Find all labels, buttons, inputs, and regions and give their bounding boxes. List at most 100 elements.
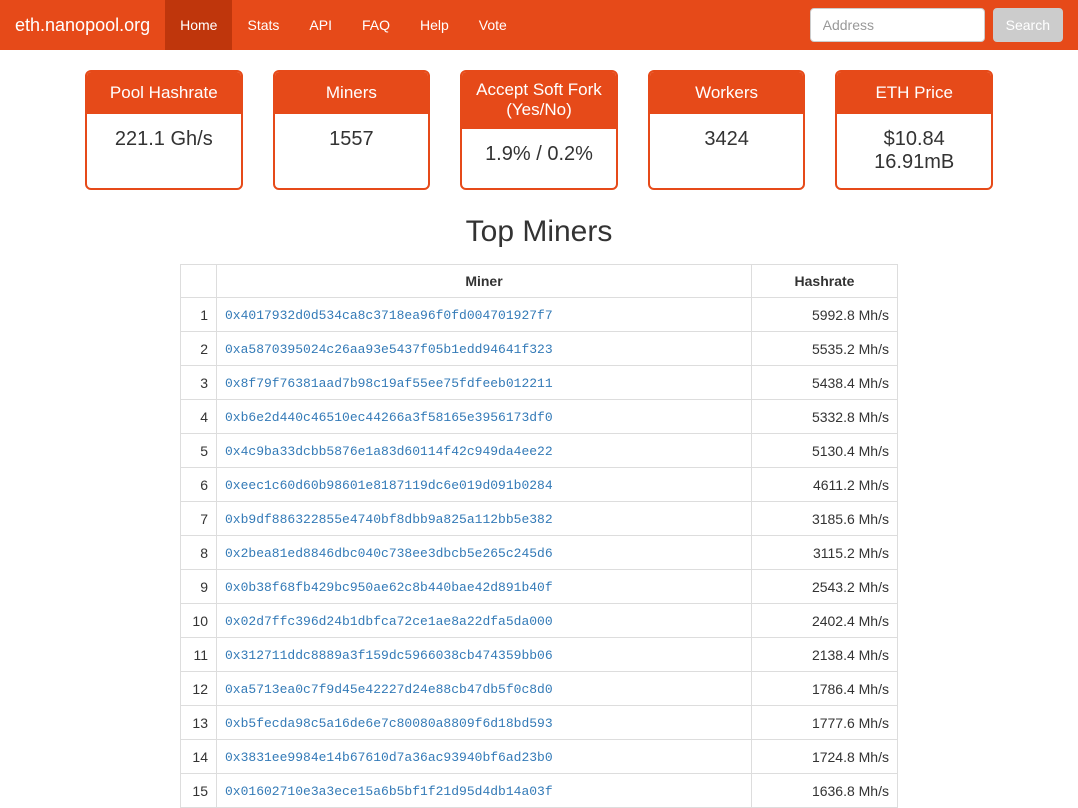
nav-search-area: Search	[805, 0, 1068, 50]
search-button[interactable]: Search	[993, 8, 1063, 42]
stat-label: Workers	[650, 72, 804, 114]
miner-link[interactable]: 0xb6e2d440c46510ec44266a3f58165e3956173d…	[225, 410, 553, 425]
nav-items: HomeStatsAPIFAQHelpVote	[165, 0, 805, 50]
hashrate-cell: 3185.6 Mh/s	[751, 502, 897, 536]
top-miners-table-wrap: Miner Hashrate 1 0x4017932d0d534ca8c3718e…	[0, 264, 1078, 808]
col-hashrate: Hashrate	[751, 265, 897, 298]
hashrate-cell: 5535.2 Mh/s	[751, 332, 897, 366]
table-row: 14 0x3831ee9984e14b67610d7a36ac93940bf6ad…	[181, 740, 898, 774]
rank-cell: 10	[181, 604, 217, 638]
stat-value: 1.9% / 0.2%	[462, 129, 616, 180]
stat-label: Miners	[275, 72, 429, 114]
hashrate-cell: 2402.4 Mh/s	[751, 604, 897, 638]
table-row: 10 0x02d7ffc396d24b1dbfca72ce1ae8a22dfa5d…	[181, 604, 898, 638]
hashrate-cell: 4611.2 Mh/s	[751, 468, 897, 502]
navbar: eth.nanopool.org HomeStatsAPIFAQHelpVote…	[0, 0, 1078, 50]
stat-card-0: Pool Hashrate221.1 Gh/s	[85, 70, 243, 190]
miner-link[interactable]: 0x4017932d0d534ca8c3718ea96f0fd004701927…	[225, 308, 553, 323]
col-rank	[181, 265, 217, 298]
table-row: 8 0x2bea81ed8846dbc040c738ee3dbcb5e265c24…	[181, 536, 898, 570]
rank-cell: 14	[181, 740, 217, 774]
hashrate-cell: 5992.8 Mh/s	[751, 298, 897, 332]
miner-link[interactable]: 0x312711ddc8889a3f159dc5966038cb474359bb…	[225, 648, 553, 663]
table-row: 11 0x312711ddc8889a3f159dc5966038cb474359…	[181, 638, 898, 672]
stats-row: Pool Hashrate221.1 Gh/s Miners1557 Accept …	[0, 50, 1078, 210]
rank-cell: 4	[181, 400, 217, 434]
miner-link[interactable]: 0x01602710e3a3ece15a6b5bf1f21d95d4db14a0…	[225, 784, 553, 799]
miner-cell: 0xb5fecda98c5a16de6e7c80080a8809f6d18bd5…	[217, 706, 752, 740]
miner-link[interactable]: 0xb5fecda98c5a16de6e7c80080a8809f6d18bd5…	[225, 716, 553, 731]
stat-card-4: ETH Price$10.84 16.91mB	[835, 70, 993, 190]
hashrate-cell: 3115.2 Mh/s	[751, 536, 897, 570]
miner-cell: 0x2bea81ed8846dbc040c738ee3dbcb5e265c245…	[217, 536, 752, 570]
miner-link[interactable]: 0x0b38f68fb429bc950ae62c8b440bae42d891b4…	[225, 580, 553, 595]
miner-link[interactable]: 0x3831ee9984e14b67610d7a36ac93940bf6ad23…	[225, 750, 553, 765]
table-row: 15 0x01602710e3a3ece15a6b5bf1f21d95d4db14…	[181, 774, 898, 808]
miner-cell: 0xeec1c60d60b98601e8187119dc6e019d091b02…	[217, 468, 752, 502]
table-row: 4 0xb6e2d440c46510ec44266a3f58165e3956173…	[181, 400, 898, 434]
col-miner: Miner	[217, 265, 752, 298]
hashrate-cell: 1786.4 Mh/s	[751, 672, 897, 706]
stat-label: Pool Hashrate	[87, 72, 241, 114]
rank-cell: 9	[181, 570, 217, 604]
section-title: Top Miners	[0, 215, 1078, 249]
brand[interactable]: eth.nanopool.org	[0, 0, 165, 50]
miner-cell: 0x02d7ffc396d24b1dbfca72ce1ae8a22dfa5da0…	[217, 604, 752, 638]
hashrate-cell: 5438.4 Mh/s	[751, 366, 897, 400]
miner-cell: 0x3831ee9984e14b67610d7a36ac93940bf6ad23…	[217, 740, 752, 774]
miner-cell: 0xa5713ea0c7f9d45e42227d24e88cb47db5f0c8…	[217, 672, 752, 706]
table-row: 9 0x0b38f68fb429bc950ae62c8b440bae42d891b…	[181, 570, 898, 604]
rank-cell: 11	[181, 638, 217, 672]
miner-cell: 0x4017932d0d534ca8c3718ea96f0fd004701927…	[217, 298, 752, 332]
rank-cell: 5	[181, 434, 217, 468]
nav-item-help[interactable]: Help	[405, 0, 464, 50]
rank-cell: 13	[181, 706, 217, 740]
table-row: 1 0x4017932d0d534ca8c3718ea96f0fd00470192…	[181, 298, 898, 332]
stat-value: 1557	[275, 114, 429, 165]
rank-cell: 1	[181, 298, 217, 332]
miner-link[interactable]: 0x2bea81ed8846dbc040c738ee3dbcb5e265c245…	[225, 546, 553, 561]
table-row: 2 0xa5870395024c26aa93e5437f05b1edd94641f…	[181, 332, 898, 366]
table-row: 6 0xeec1c60d60b98601e8187119dc6e019d091b0…	[181, 468, 898, 502]
miner-cell: 0xb9df886322855e4740bf8dbb9a825a112bb5e3…	[217, 502, 752, 536]
rank-cell: 6	[181, 468, 217, 502]
nav-item-vote[interactable]: Vote	[464, 0, 522, 50]
stat-card-3: Workers3424	[648, 70, 806, 190]
hashrate-cell: 2138.4 Mh/s	[751, 638, 897, 672]
nav-item-api[interactable]: API	[294, 0, 347, 50]
miner-link[interactable]: 0x8f79f76381aad7b98c19af55ee75fdfeeb0122…	[225, 376, 553, 391]
table-row: 5 0x4c9ba33dcbb5876e1a83d60114f42c949da4e…	[181, 434, 898, 468]
miner-cell: 0x8f79f76381aad7b98c19af55ee75fdfeeb0122…	[217, 366, 752, 400]
stat-value: 3424	[650, 114, 804, 165]
nav-item-faq[interactable]: FAQ	[347, 0, 405, 50]
hashrate-cell: 1636.8 Mh/s	[751, 774, 897, 808]
miner-link[interactable]: 0xb9df886322855e4740bf8dbb9a825a112bb5e3…	[225, 512, 553, 527]
miner-link[interactable]: 0xa5713ea0c7f9d45e42227d24e88cb47db5f0c8…	[225, 682, 553, 697]
miner-link[interactable]: 0xeec1c60d60b98601e8187119dc6e019d091b02…	[225, 478, 553, 493]
hashrate-cell: 5332.8 Mh/s	[751, 400, 897, 434]
miner-link[interactable]: 0xa5870395024c26aa93e5437f05b1edd94641f3…	[225, 342, 553, 357]
rank-cell: 15	[181, 774, 217, 808]
top-miners-tbody: 1 0x4017932d0d534ca8c3718ea96f0fd00470192…	[181, 298, 898, 808]
table-row: 13 0xb5fecda98c5a16de6e7c80080a8809f6d18b…	[181, 706, 898, 740]
search-input[interactable]	[810, 8, 985, 42]
rank-cell: 2	[181, 332, 217, 366]
stat-value: $10.84 16.91mB	[837, 114, 991, 188]
stat-label: ETH Price	[837, 72, 991, 114]
miner-link[interactable]: 0x02d7ffc396d24b1dbfca72ce1ae8a22dfa5da0…	[225, 614, 553, 629]
miner-cell: 0x01602710e3a3ece15a6b5bf1f21d95d4db14a0…	[217, 774, 752, 808]
stat-value: 221.1 Gh/s	[87, 114, 241, 165]
rank-cell: 8	[181, 536, 217, 570]
rank-cell: 7	[181, 502, 217, 536]
rank-cell: 3	[181, 366, 217, 400]
miner-link[interactable]: 0x4c9ba33dcbb5876e1a83d60114f42c949da4ee…	[225, 444, 553, 459]
miner-cell: 0x4c9ba33dcbb5876e1a83d60114f42c949da4ee…	[217, 434, 752, 468]
nav-item-home[interactable]: Home	[165, 0, 232, 50]
stat-label: Accept Soft Fork (Yes/No)	[462, 72, 616, 129]
table-row: 12 0xa5713ea0c7f9d45e42227d24e88cb47db5f0…	[181, 672, 898, 706]
rank-cell: 12	[181, 672, 217, 706]
miner-cell: 0xb6e2d440c46510ec44266a3f58165e3956173d…	[217, 400, 752, 434]
nav-item-stats[interactable]: Stats	[232, 0, 294, 50]
top-miners-table: Miner Hashrate 1 0x4017932d0d534ca8c3718e…	[180, 264, 898, 808]
table-row: 7 0xb9df886322855e4740bf8dbb9a825a112bb5e…	[181, 502, 898, 536]
